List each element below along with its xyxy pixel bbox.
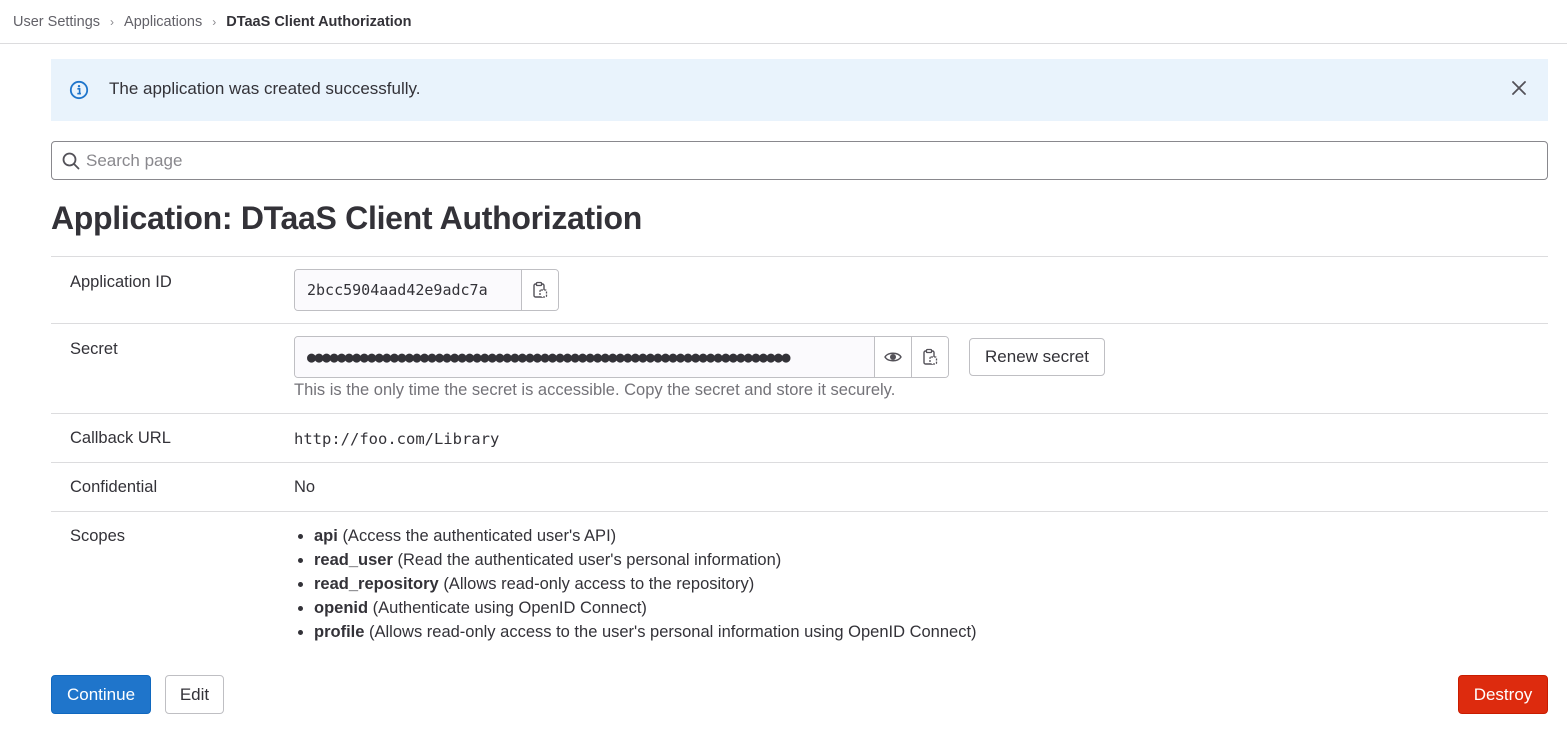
destroy-button[interactable]: Destroy — [1458, 675, 1548, 714]
scope-item: read_user (Read the authenticated user's… — [314, 548, 977, 572]
breadcrumb-separator: › — [110, 14, 115, 29]
scope-description: (Read the authenticated user's personal … — [397, 551, 782, 569]
clipboard-icon — [923, 348, 938, 365]
search-icon — [62, 152, 80, 170]
eye-icon — [884, 352, 902, 362]
scope-item: profile (Allows read-only access to the … — [314, 620, 977, 644]
close-icon[interactable] — [1510, 79, 1528, 97]
scopes-list: api (Access the authenticated user's API… — [294, 524, 977, 644]
secret-masked-value[interactable]: ●●●●●●●●●●●●●●●●●●●●●●●●●●●●●●●●●●●●●●●●… — [295, 337, 875, 377]
application-id-field: 2bcc5904aad42e9adc7a — [294, 269, 559, 311]
scope-description: (Allows read-only access to the user's p… — [369, 623, 977, 641]
scope-item: api (Access the authenticated user's API… — [314, 524, 977, 548]
secret-field: ●●●●●●●●●●●●●●●●●●●●●●●●●●●●●●●●●●●●●●●●… — [294, 336, 949, 378]
scope-name: read_repository — [314, 575, 439, 593]
scope-description: (Authenticate using OpenID Connect) — [372, 599, 647, 617]
callback-url-value: http://foo.com/Library — [294, 430, 500, 448]
scope-item: openid (Authenticate using OpenID Connec… — [314, 596, 977, 620]
breadcrumb-applications[interactable]: Applications — [124, 14, 202, 30]
callback-url-label: Callback URL — [70, 429, 171, 447]
breadcrumb-user-settings[interactable]: User Settings — [13, 14, 100, 30]
scope-description: (Allows read-only access to the reposito… — [443, 575, 755, 593]
scope-description: (Access the authenticated user's API) — [342, 527, 617, 545]
application-details-table: Application ID 2bcc5904aad42e9adc7a Secr… — [51, 256, 1548, 651]
scope-item: read_repository (Allows read-only access… — [314, 572, 977, 596]
confidential-value: No — [294, 478, 316, 496]
search-input[interactable] — [84, 142, 1534, 179]
alert-message: The application was created successfully… — [109, 79, 421, 98]
breadcrumb-current-page: DTaaS Client Authorization — [226, 13, 412, 30]
secret-label: Secret — [70, 340, 118, 358]
renew-secret-button[interactable]: Renew secret — [969, 338, 1105, 376]
row-confidential: Confidential No — [51, 462, 1548, 511]
continue-button[interactable]: Continue — [51, 675, 151, 714]
search-page-box — [51, 141, 1548, 180]
scope-name: profile — [314, 623, 365, 641]
confidential-label: Confidential — [70, 478, 158, 496]
copy-application-id-button[interactable] — [521, 270, 558, 310]
scope-name: api — [314, 527, 338, 545]
row-application-id: Application ID 2bcc5904aad42e9adc7a — [51, 256, 1548, 323]
breadcrumb: User Settings › Applications › DTaaS Cli… — [0, 0, 1567, 44]
scope-name: openid — [314, 599, 369, 617]
secret-help-text: This is the only time the secret is acce… — [294, 381, 896, 399]
page-title: Application: DTaaS Client Authorization — [51, 200, 642, 236]
application-id-label: Application ID — [70, 273, 172, 291]
breadcrumb-separator: › — [212, 14, 217, 29]
info-icon — [69, 80, 89, 100]
scope-name: read_user — [314, 551, 393, 569]
reveal-secret-button[interactable] — [874, 337, 912, 377]
copy-secret-button[interactable] — [911, 337, 948, 377]
row-scopes: Scopes api (Access the authenticated use… — [51, 511, 1548, 651]
scopes-label: Scopes — [70, 527, 126, 545]
row-secret: Secret ●●●●●●●●●●●●●●●●●●●●●●●●●●●●●●●●●… — [51, 323, 1548, 413]
edit-button[interactable]: Edit — [165, 675, 224, 714]
row-callback-url: Callback URL http://foo.com/Library — [51, 413, 1548, 462]
success-alert: The application was created successfully… — [51, 59, 1548, 121]
application-id-value[interactable]: 2bcc5904aad42e9adc7a — [295, 270, 522, 310]
clipboard-icon — [533, 281, 548, 298]
